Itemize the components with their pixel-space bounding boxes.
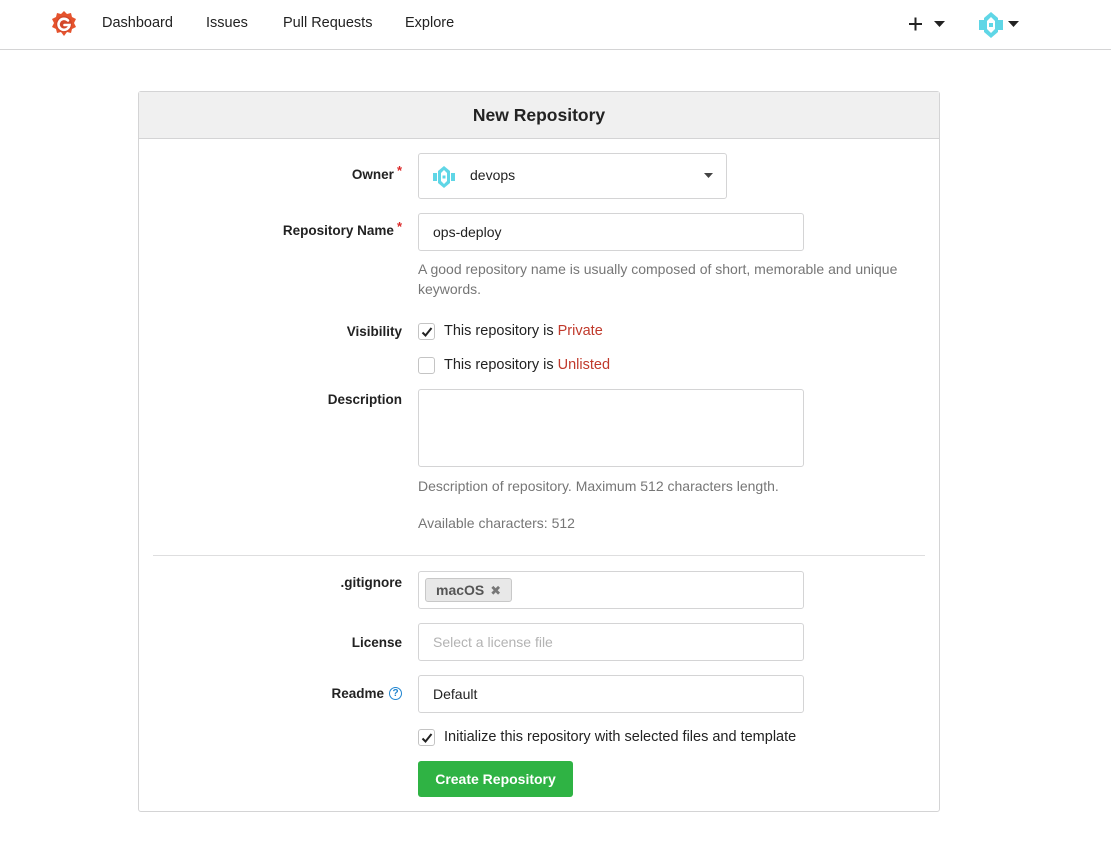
repo-name-input[interactable]: ops-deploy: [418, 213, 804, 251]
readme-value: Default: [433, 686, 478, 702]
init-checkbox-label[interactable]: Initialize this repository with selected…: [444, 729, 796, 745]
description-textarea[interactable]: [418, 389, 804, 467]
remove-tag-icon[interactable]: ✖: [490, 583, 501, 598]
available-characters: Available characters: 512: [418, 515, 575, 531]
nav-explore-link[interactable]: Explore: [405, 15, 454, 31]
org-avatar-icon: [433, 166, 455, 188]
form-divider: [153, 555, 925, 556]
gitignore-tag-macos: macOS ✖: [425, 578, 513, 602]
nav-pull-requests-link[interactable]: Pull Requests: [283, 15, 372, 31]
description-label: Description: [327, 392, 402, 407]
help-icon[interactable]: ?: [389, 687, 402, 700]
checkmark-icon: [421, 327, 433, 337]
unlisted-checkbox[interactable]: [418, 357, 435, 374]
create-menu-button[interactable]: [906, 12, 950, 36]
checkmark-icon: [421, 733, 433, 743]
description-help: Description of repository. Maximum 512 c…: [418, 478, 779, 494]
user-menu-button[interactable]: [976, 10, 1022, 40]
caret-down-icon: [934, 21, 945, 27]
owner-value: devops: [470, 167, 516, 183]
dropdown-caret-icon: [704, 173, 713, 178]
init-checkbox[interactable]: [418, 729, 435, 746]
plus-icon: [909, 17, 922, 31]
license-dropdown[interactable]: Select a license file: [418, 623, 804, 661]
repo-name-help: A good repository name is usually compos…: [418, 261, 898, 297]
top-navbar: Dashboard Issues Pull Requests Explore: [0, 0, 1111, 50]
gitignore-multiselect[interactable]: macOS ✖: [418, 571, 804, 609]
caret-down-icon: [1008, 21, 1019, 27]
license-label: License: [351, 635, 402, 650]
owner-dropdown[interactable]: devops: [418, 153, 727, 199]
repo-name-value: ops-deploy: [433, 224, 502, 240]
owner-label: Owner *: [351, 163, 402, 182]
new-repository-form: New Repository Owner * devops Repository …: [138, 91, 940, 812]
gitignore-label: .gitignore: [340, 575, 403, 590]
repo-name-label: Repository Name *: [282, 219, 402, 238]
unlisted-checkbox-label[interactable]: This repository is Unlisted: [444, 357, 610, 373]
readme-label: Readme?: [331, 686, 402, 702]
readme-dropdown[interactable]: Default: [418, 675, 804, 713]
visibility-label: Visibility: [346, 324, 402, 339]
license-placeholder: Select a license file: [433, 634, 553, 650]
nav-issues-link[interactable]: Issues: [206, 15, 248, 31]
create-repository-button[interactable]: Create Repository: [418, 761, 573, 797]
gitea-logo-icon[interactable]: [50, 10, 78, 38]
form-title: New Repository: [139, 92, 939, 139]
private-checkbox-label[interactable]: This repository is Private: [444, 323, 603, 339]
private-checkbox[interactable]: [418, 323, 435, 340]
nav-dashboard-link[interactable]: Dashboard: [102, 15, 173, 31]
user-avatar-icon: [977, 11, 1005, 39]
